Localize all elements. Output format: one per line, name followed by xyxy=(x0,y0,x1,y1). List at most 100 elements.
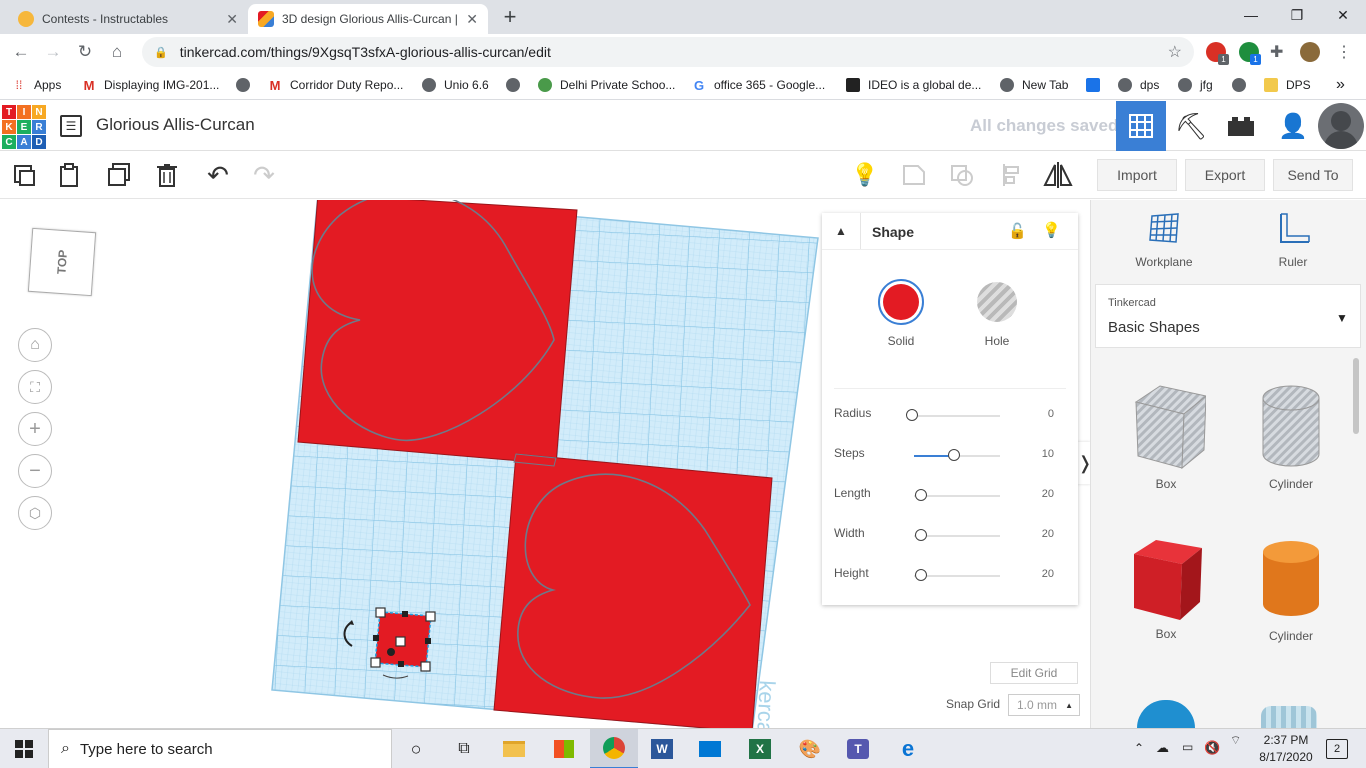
zoom-out-icon[interactable]: − xyxy=(18,454,52,488)
design-list-icon[interactable]: ☰ xyxy=(60,115,82,137)
edge-icon[interactable]: e xyxy=(884,729,932,768)
solid-color-button[interactable] xyxy=(878,279,924,325)
notification-center-icon[interactable]: 2 xyxy=(1326,739,1348,759)
word-icon[interactable]: W xyxy=(638,729,686,768)
bookmark-item[interactable]: M Displaying IMG-201... xyxy=(82,76,220,94)
lightbulb-icon[interactable]: 💡 xyxy=(1042,221,1061,239)
task-view-icon[interactable]: ⧉ xyxy=(440,729,488,768)
lock-icon[interactable]: 🔓 xyxy=(1008,222,1027,240)
prop-value[interactable]: 10 xyxy=(1042,448,1054,460)
ungroup-icon[interactable] xyxy=(946,159,978,191)
bookmark-item[interactable]: Delhi Private Schoo... xyxy=(538,76,675,94)
store-icon[interactable] xyxy=(540,729,588,768)
height-handle[interactable] xyxy=(395,636,406,647)
bookmark-star-icon[interactable]: ☆ xyxy=(1168,42,1182,62)
clock-time[interactable]: 2:37 PM xyxy=(1256,733,1316,747)
prop-steps[interactable]: Steps 10 xyxy=(834,446,1064,466)
tab-instructables[interactable]: Contests - Instructables ✕ xyxy=(8,4,248,34)
paste-icon[interactable] xyxy=(54,159,86,191)
lego-brick-button[interactable] xyxy=(1216,101,1266,151)
add-user-icon[interactable]: 👤 xyxy=(1270,101,1316,151)
clock-date[interactable]: 8/17/2020 xyxy=(1252,750,1320,764)
extensions-puzzle-icon[interactable]: ✚ xyxy=(1270,42,1283,62)
lightbulb-icon[interactable]: 💡 xyxy=(849,159,881,191)
3d-view-button[interactable] xyxy=(1116,101,1166,151)
windows-start-icon[interactable] xyxy=(0,729,48,768)
bookmark-item[interactable]: M Corridor Duty Repo... xyxy=(268,76,404,94)
restore-icon[interactable]: ❐ xyxy=(1274,0,1320,30)
snap-grid-select[interactable]: 1.0 mm ▲ xyxy=(1008,694,1080,716)
hole-button[interactable] xyxy=(977,282,1017,322)
profile-avatar[interactable] xyxy=(1300,42,1320,62)
shape-tile-box-solid[interactable]: Box xyxy=(1121,536,1211,641)
new-tab-button[interactable]: + xyxy=(498,4,522,30)
bookmark-item[interactable]: IDEO is a global de... xyxy=(846,76,981,94)
back-icon[interactable]: ← xyxy=(8,40,34,64)
tinkercad-logo[interactable]: T I N K E R C A D xyxy=(2,105,46,149)
ruler-button[interactable]: Ruler xyxy=(1263,210,1323,269)
heart-box-bottom[interactable] xyxy=(493,453,773,728)
prop-radius[interactable]: Radius 0 xyxy=(834,406,1064,426)
slider-knob[interactable] xyxy=(915,569,927,581)
minimize-icon[interactable]: — xyxy=(1228,0,1274,30)
resize-handle[interactable] xyxy=(420,661,431,672)
undo-icon[interactable]: ↶ xyxy=(202,159,234,191)
shape-tile-box-hole[interactable]: Box xyxy=(1121,380,1211,491)
home-icon[interactable]: ⌂ xyxy=(104,40,130,64)
zoom-in-icon[interactable]: + xyxy=(18,412,52,446)
cortana-icon[interactable]: ○ xyxy=(392,729,440,768)
bookmark-item[interactable] xyxy=(236,76,258,94)
design-name[interactable]: Glorious Allis-Curcan xyxy=(96,115,255,135)
duplicate-icon[interactable] xyxy=(103,159,135,191)
slider-knob[interactable] xyxy=(915,529,927,541)
tab-tinkercad[interactable]: 3D design Glorious Allis-Curcan | ✕ xyxy=(248,4,488,34)
close-tab-icon[interactable]: ✕ xyxy=(226,11,238,28)
bookmark-item[interactable] xyxy=(1086,76,1108,94)
sphere-shape-icon[interactable] xyxy=(1137,700,1195,728)
resize-handle[interactable] xyxy=(370,657,381,668)
bookmark-item[interactable] xyxy=(1232,76,1254,94)
excel-icon[interactable]: X xyxy=(736,729,784,768)
bookmark-item[interactable]: New Tab xyxy=(1000,76,1068,94)
collapse-panel-chevron-icon[interactable]: ❭ xyxy=(1077,442,1090,484)
bookmark-apps[interactable]: ⁞⁞ Apps xyxy=(12,76,62,94)
show-hidden-icons-icon[interactable]: ⌃ xyxy=(1134,741,1144,755)
prop-value[interactable]: 20 xyxy=(1042,568,1054,580)
more-bookmarks-button[interactable]: » xyxy=(1336,76,1345,94)
bookmark-item[interactable]: Goffice 365 - Google... xyxy=(692,76,825,94)
bookmark-item[interactable]: DPS xyxy=(1264,76,1311,94)
prop-height[interactable]: Height 20 xyxy=(834,566,1064,586)
reload-icon[interactable]: ↻ xyxy=(72,40,98,64)
copy-icon[interactable] xyxy=(8,159,40,191)
collapse-up-icon[interactable]: ▲ xyxy=(822,213,860,249)
resize-handle[interactable] xyxy=(375,607,386,618)
prop-value[interactable]: 20 xyxy=(1042,528,1054,540)
edit-grid-button[interactable]: Edit Grid xyxy=(990,662,1078,684)
prop-value[interactable]: 20 xyxy=(1042,488,1054,500)
prop-width[interactable]: Width 20 xyxy=(834,526,1064,546)
import-button[interactable]: Import xyxy=(1097,159,1177,191)
battery-icon[interactable]: ▭ xyxy=(1182,740,1193,754)
mail-icon[interactable] xyxy=(686,729,734,768)
address-bar[interactable]: 🔒 tinkercad.com/things/9XgsqT3sfxA-glori… xyxy=(142,37,1194,67)
onedrive-cloud-icon[interactable]: ☁ xyxy=(1156,740,1169,756)
scribble-shape-icon[interactable] xyxy=(1261,706,1317,728)
bookmark-item[interactable]: Unio 6.6 xyxy=(422,76,489,94)
group-icon[interactable] xyxy=(898,159,930,191)
resize-handle[interactable] xyxy=(425,611,436,622)
export-button[interactable]: Export xyxy=(1185,159,1265,191)
slider-knob[interactable] xyxy=(906,409,918,421)
minecraft-pickaxe-icon[interactable]: ⛏ xyxy=(1166,101,1216,151)
scrollbar-thumb[interactable] xyxy=(1353,358,1359,434)
slider-knob[interactable] xyxy=(948,449,960,461)
user-avatar[interactable] xyxy=(1318,103,1364,149)
mirror-icon[interactable] xyxy=(1042,159,1074,191)
taskbar-search-box[interactable]: ⌕ Type here to search xyxy=(48,729,392,768)
paint-icon[interactable]: 🎨 xyxy=(786,729,834,768)
shape-tile-cylinder-solid[interactable]: Cylinder xyxy=(1246,538,1336,643)
bookmark-item[interactable]: dps xyxy=(1118,76,1159,94)
slider-knob[interactable] xyxy=(915,489,927,501)
close-tab-icon[interactable]: ✕ xyxy=(466,11,478,28)
prop-value[interactable]: 0 xyxy=(1048,408,1054,420)
send-to-button[interactable]: Send To xyxy=(1273,159,1353,191)
